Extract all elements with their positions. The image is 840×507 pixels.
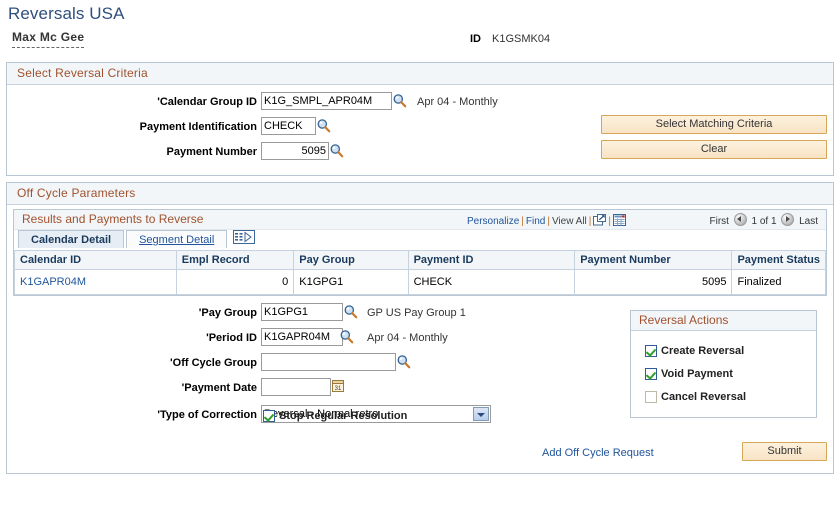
col-pay-group[interactable]: Pay Group xyxy=(293,250,409,270)
cell-calendar-id: K1GAPR04M xyxy=(14,269,177,295)
payment-date-input[interactable] xyxy=(261,378,331,396)
create-reversal-checkbox[interactable] xyxy=(645,344,657,357)
void-payment-label: Void Payment xyxy=(661,367,733,380)
reversal-actions-panel: Reversal Actions Create Reversal Void Pa… xyxy=(630,310,817,418)
search-icon[interactable] xyxy=(392,93,407,108)
pay-group-description: GP US Pay Group 1 xyxy=(367,307,466,319)
pager-next-icon[interactable] xyxy=(781,213,795,226)
page-title: Reversals USA xyxy=(8,4,125,23)
pay-group-label: Pay Group xyxy=(137,307,257,319)
page-header-row: Max Mc Gee ID K1GSMK04 xyxy=(0,30,840,56)
submit-button[interactable]: Submit xyxy=(742,442,827,461)
id-value: K1GSMK04 xyxy=(492,33,551,45)
off-cycle-detail-area: Pay Group K1GPG1 GP US Pay Group 1 Perio… xyxy=(7,302,833,467)
cell-payment-number: 5095 xyxy=(574,269,733,295)
off-cycle-parameters-header: Off Cycle Parameters xyxy=(7,183,833,205)
svg-text:31: 31 xyxy=(335,386,342,392)
cancel-reversal-checkbox[interactable] xyxy=(645,390,657,403)
payment-identification-label: Payment Identification xyxy=(139,121,257,133)
col-payment-id[interactable]: Payment ID xyxy=(407,250,576,270)
col-payment-number[interactable]: Payment Number xyxy=(574,250,733,270)
select-matching-criteria-button[interactable]: Select Matching Criteria xyxy=(601,115,827,134)
grid-icon[interactable] xyxy=(613,214,626,229)
id-label: ID xyxy=(470,33,481,45)
calendar-group-id-description: Apr 04 - Monthly xyxy=(417,96,498,108)
pager-previous-icon[interactable] xyxy=(733,213,747,226)
period-id-label: Period ID xyxy=(137,332,257,344)
calendar-icon[interactable]: 31 xyxy=(331,379,346,394)
type-of-correction-label: Type of Correction xyxy=(127,409,257,421)
results-and-payments-panel: Results and Payments to Reverse Personal… xyxy=(13,209,827,296)
cell-pay-group: K1GPG1 xyxy=(293,269,409,295)
clear-button[interactable]: Clear xyxy=(601,140,827,159)
download-icon[interactable] xyxy=(593,214,607,229)
off-cycle-group-label: Off Cycle Group xyxy=(137,357,257,369)
search-icon[interactable] xyxy=(329,143,344,158)
pager-last-label[interactable]: Last xyxy=(799,216,818,227)
reversal-actions-body: Create Reversal Void Payment Cancel Reve… xyxy=(631,331,816,417)
off-cycle-group-input[interactable] xyxy=(261,353,396,371)
search-icon[interactable] xyxy=(339,329,354,344)
cancel-reversal-label: Cancel Reversal xyxy=(661,390,746,403)
pager-position: 1 of 1 xyxy=(751,216,777,227)
stop-regular-resolution-label: Stop Regular Resolution xyxy=(279,410,408,422)
stop-regular-resolution-row[interactable]: Stop Regular Resolution xyxy=(263,410,407,422)
find-link[interactable]: Find xyxy=(526,216,545,227)
chevron-down-icon[interactable] xyxy=(473,407,489,421)
reversal-actions-header: Reversal Actions xyxy=(631,311,816,331)
reversal-action-create-reversal[interactable]: Create Reversal xyxy=(645,339,816,362)
results-grid: Calendar ID Empl Record Pay Group Paymen… xyxy=(14,250,826,295)
table-row: K1GAPR04M 0 K1GPG1 CHECK 5095 Finalized xyxy=(14,269,826,295)
tab-calendar-detail[interactable]: Calendar Detail xyxy=(18,230,125,248)
calendar-group-id-label: Calendar Group ID xyxy=(137,96,257,108)
col-calendar-id[interactable]: Calendar ID xyxy=(14,250,177,270)
add-off-cycle-request-link[interactable]: Add Off Cycle Request xyxy=(542,447,654,459)
nav-separator: | xyxy=(521,216,524,227)
cell-empl-record: 0 xyxy=(175,269,295,295)
payment-date-label: Payment Date xyxy=(137,382,257,394)
select-reversal-criteria-header: Select Reversal Criteria xyxy=(7,63,833,85)
grid-tabstrip: Calendar Detail Segment Detail xyxy=(14,230,826,250)
table-header-row: Calendar ID Empl Record Pay Group Paymen… xyxy=(14,250,826,270)
payment-number-input[interactable]: 5095 xyxy=(261,142,329,160)
search-icon[interactable] xyxy=(316,118,331,133)
results-panel-header: Results and Payments to Reverse Personal… xyxy=(14,210,826,230)
results-panel-title: Results and Payments to Reverse xyxy=(22,212,204,226)
payment-number-label: Payment Number xyxy=(166,146,257,158)
reversal-action-cancel-reversal[interactable]: Cancel Reversal xyxy=(645,385,816,408)
field-row-calendar-group-id: Calendar Group ID K1G_SMPL_APR04M Apr 04… xyxy=(7,91,833,116)
calendar-id-link[interactable]: K1GAPR04M xyxy=(20,276,86,288)
calendar-group-id-input[interactable]: K1G_SMPL_APR04M xyxy=(261,92,392,110)
grid-nav-links: Personalize | Find | View All | | xyxy=(467,214,626,229)
select-reversal-criteria-body: Calendar Group ID K1G_SMPL_APR04M Apr 04… xyxy=(7,85,833,175)
grid-pager: First 1 of 1 Last xyxy=(709,213,818,227)
col-payment-status[interactable]: Payment Status xyxy=(731,250,826,270)
pager-first-label[interactable]: First xyxy=(709,216,728,227)
show-all-columns-icon[interactable] xyxy=(233,230,256,244)
search-icon[interactable] xyxy=(343,304,358,319)
tab-segment-detail[interactable]: Segment Detail xyxy=(126,230,228,248)
cell-payment-id: CHECK xyxy=(407,269,576,295)
payment-identification-input[interactable]: CHECK xyxy=(261,117,316,135)
col-empl-record[interactable]: Empl Record xyxy=(175,250,295,270)
off-cycle-parameters-group: Off Cycle Parameters Results and Payment… xyxy=(6,182,834,474)
personalize-link[interactable]: Personalize xyxy=(467,216,519,227)
nav-separator: | xyxy=(608,216,611,227)
select-reversal-criteria-group: Select Reversal Criteria Calendar Group … xyxy=(6,62,834,176)
off-cycle-parameters-body: Results and Payments to Reverse Personal… xyxy=(7,209,833,473)
create-reversal-label: Create Reversal xyxy=(661,344,745,357)
period-id-description: Apr 04 - Monthly xyxy=(367,332,448,344)
search-icon[interactable] xyxy=(396,354,411,369)
period-id-input[interactable]: K1GAPR04M xyxy=(261,328,343,346)
nav-separator: | xyxy=(547,216,550,227)
void-payment-checkbox[interactable] xyxy=(645,367,657,380)
person-name[interactable]: Max Mc Gee xyxy=(12,30,85,48)
nav-separator: | xyxy=(588,216,592,227)
stop-regular-resolution-checkbox[interactable] xyxy=(263,410,275,422)
cell-payment-status: Finalized xyxy=(731,269,826,295)
view-all-link[interactable]: View All xyxy=(552,216,587,227)
reversal-action-void-payment[interactable]: Void Payment xyxy=(645,362,816,385)
pay-group-input[interactable]: K1GPG1 xyxy=(261,303,343,321)
